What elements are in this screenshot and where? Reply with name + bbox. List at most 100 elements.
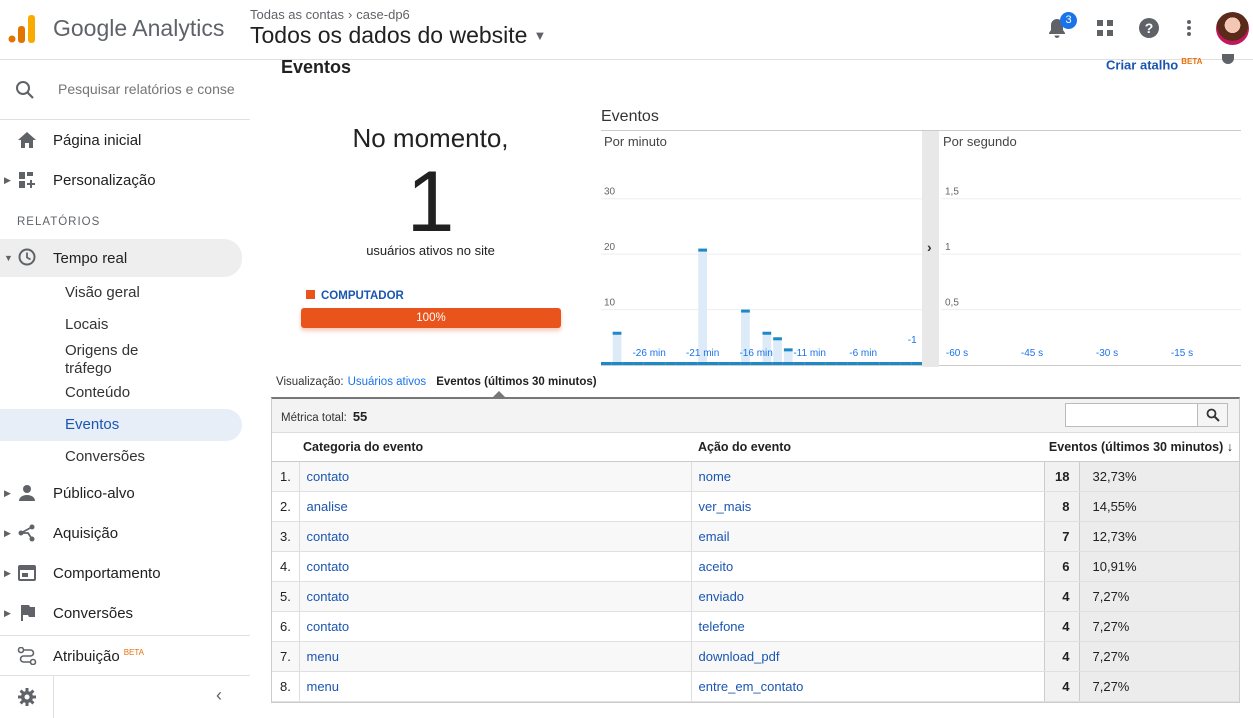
col-header-action[interactable]: Ação do evento — [691, 433, 1044, 462]
per-second-title: Por segundo — [943, 134, 1017, 149]
event-action-link[interactable]: telefone — [691, 611, 1045, 642]
baseline-mark — [761, 362, 773, 365]
footer-divider — [53, 676, 54, 718]
breadcrumb-account[interactable]: Todas as contas — [250, 7, 344, 22]
sidebar-item-realtime-conversions[interactable]: Conversões — [0, 441, 242, 473]
sidebar-item-realtime[interactable]: ▼ Tempo real — [0, 239, 242, 277]
sort-desc-icon[interactable]: ↓ — [1227, 440, 1233, 454]
event-action-link[interactable]: ver_mais — [691, 491, 1045, 522]
expand-arrow-icon[interactable]: ▶ — [4, 568, 11, 579]
view-name[interactable]: Todos os dados do website — [250, 22, 527, 48]
bar-mark[interactable] — [783, 348, 793, 352]
event-category-link[interactable]: contato — [299, 581, 692, 612]
more-vert-icon[interactable] — [1176, 15, 1202, 41]
baseline-mark — [601, 362, 612, 365]
x-tick-label: -30 s — [1096, 348, 1118, 359]
sidebar-item-customization[interactable]: ▶ Personalização — [0, 162, 242, 198]
baseline-mark — [611, 362, 623, 365]
sidebar-item-label: Aquisição — [53, 524, 119, 542]
event-action-link[interactable]: enviado — [691, 581, 1045, 612]
table-search-button[interactable] — [1197, 403, 1228, 427]
create-shortcut-link[interactable]: Criar atalho BETA — [1106, 57, 1202, 72]
sidebar-item-attribution[interactable]: Atribuição BETA — [0, 638, 242, 674]
event-action-link[interactable]: aceito — [691, 551, 1045, 582]
baseline-mark — [825, 362, 837, 365]
sidebar-item-content[interactable]: Conteúdo — [0, 377, 242, 409]
col-header-category[interactable]: Categoria do evento — [272, 433, 691, 462]
sidebar-item-conversions[interactable]: ▶ Conversões — [0, 595, 242, 631]
viz-active-users-link[interactable]: Usuários ativos — [348, 376, 427, 388]
shortcut-label[interactable]: Criar atalho — [1106, 57, 1178, 72]
col-header-events-label[interactable]: Eventos (últimos 30 minutos) — [1049, 440, 1223, 454]
events-charts-svg: Por minuto Por segundo › 10 20 30 -26 min -2… — [601, 131, 1241, 367]
expand-arrow-icon[interactable]: ▶ — [4, 175, 11, 186]
sidebar-item-behavior[interactable]: ▶ Comportamento — [0, 555, 242, 591]
feedback-icon[interactable] — [1222, 54, 1234, 64]
expand-arrow-icon[interactable]: ▶ — [4, 608, 11, 619]
bar-mark[interactable] — [741, 309, 750, 313]
collapse-arrow-icon[interactable]: ▼ — [4, 253, 13, 263]
device-label[interactable]: COMPUTADOR — [321, 290, 404, 302]
event-category-link[interactable]: contato — [299, 611, 692, 642]
sidebar-item-overview[interactable]: Visão geral — [0, 277, 242, 309]
sidebar: Página inicial ▶ Personalização RELATÓRI… — [0, 60, 250, 718]
table-row: 5. contato enviado 4 7,27% — [272, 581, 1239, 612]
col-header-events[interactable]: Eventos (últimos 30 minutos) ↓ — [1044, 433, 1239, 462]
dashboard-icon — [19, 172, 35, 188]
event-action-link[interactable]: entre_em_contato — [691, 671, 1045, 702]
baseline-mark — [793, 362, 805, 365]
event-count: 4 — [1044, 671, 1080, 702]
bar-mark[interactable] — [612, 331, 622, 335]
sidebar-item-label: Origens de tráfego — [65, 342, 139, 377]
event-category-link[interactable]: contato — [299, 521, 692, 552]
sidebar-item-label: Conteúdo — [65, 384, 131, 401]
expand-arrow-icon[interactable]: ▶ — [4, 488, 11, 499]
app-name[interactable]: Google Analytics — [53, 15, 224, 42]
row-index: 1. — [272, 461, 300, 492]
charts-title: Eventos — [601, 108, 659, 125]
gear-icon[interactable] — [17, 687, 37, 707]
x-tick-label: -45 s — [1021, 348, 1043, 359]
event-category-link[interactable]: menu — [299, 641, 692, 672]
top-header: Google Analytics Todas as contas › case-dp… — [0, 0, 1253, 60]
table-search-input[interactable] — [1065, 403, 1198, 427]
search-input[interactable] — [58, 81, 238, 97]
event-category-link[interactable]: analise — [299, 491, 692, 522]
bar-mark[interactable] — [773, 337, 782, 341]
caret-down-icon[interactable]: ▼ — [533, 28, 546, 43]
x-tick-label: -6 min — [849, 348, 877, 359]
collapse-sidebar-icon[interactable]: ‹ — [216, 685, 222, 706]
sidebar-item-events[interactable]: Eventos — [0, 409, 242, 441]
bar-mark[interactable] — [698, 248, 707, 252]
clock-icon — [18, 248, 36, 266]
breadcrumb[interactable]: Todas as contas › case-dp6 — [250, 7, 410, 22]
sidebar-item-acquisition[interactable]: ▶ Aquisição — [0, 515, 242, 551]
sidebar-item-audience[interactable]: ▶ Público-alvo — [0, 475, 242, 511]
apps-grid-icon[interactable] — [1092, 15, 1118, 41]
sidebar-item-home[interactable]: Página inicial — [0, 122, 242, 158]
table-row: 7. menu download_pdf 4 7,27% — [272, 641, 1239, 672]
event-action-link[interactable]: download_pdf — [691, 641, 1045, 672]
analytics-logo-icon[interactable] — [8, 14, 38, 44]
event-action-link[interactable]: email — [691, 521, 1045, 552]
sidebar-item-locations[interactable]: Locais — [0, 309, 242, 341]
breadcrumb-property[interactable]: case-dp6 — [356, 7, 409, 22]
viz-events-current[interactable]: Eventos (últimos 30 minutos) — [436, 376, 596, 388]
sidebar-item-traffic-sources[interactable]: Origens de tráfego — [0, 341, 242, 377]
device-legend[interactable]: COMPUTADOR — [306, 290, 404, 302]
y-tick-label: 10 — [604, 298, 616, 309]
help-icon[interactable]: ? — [1136, 15, 1162, 41]
expand-arrow-icon[interactable]: ▶ — [4, 528, 11, 539]
table-row: 1. contato nome 18 32,73% — [272, 461, 1239, 492]
event-category-link[interactable]: contato — [299, 551, 692, 582]
event-percent: 32,73% — [1079, 461, 1239, 492]
baseline-mark — [889, 362, 901, 365]
event-category-link[interactable]: menu — [299, 671, 692, 702]
sidebar-item-label: Público-alvo — [53, 484, 135, 502]
bar-mark[interactable] — [762, 331, 772, 335]
event-category-link[interactable]: contato — [299, 461, 692, 492]
chevron-right-icon[interactable]: › — [927, 239, 932, 255]
avatar[interactable] — [1216, 12, 1249, 45]
event-action-link[interactable]: nome — [691, 461, 1045, 492]
view-selector[interactable]: Todos os dados do website ▼ — [250, 22, 546, 49]
